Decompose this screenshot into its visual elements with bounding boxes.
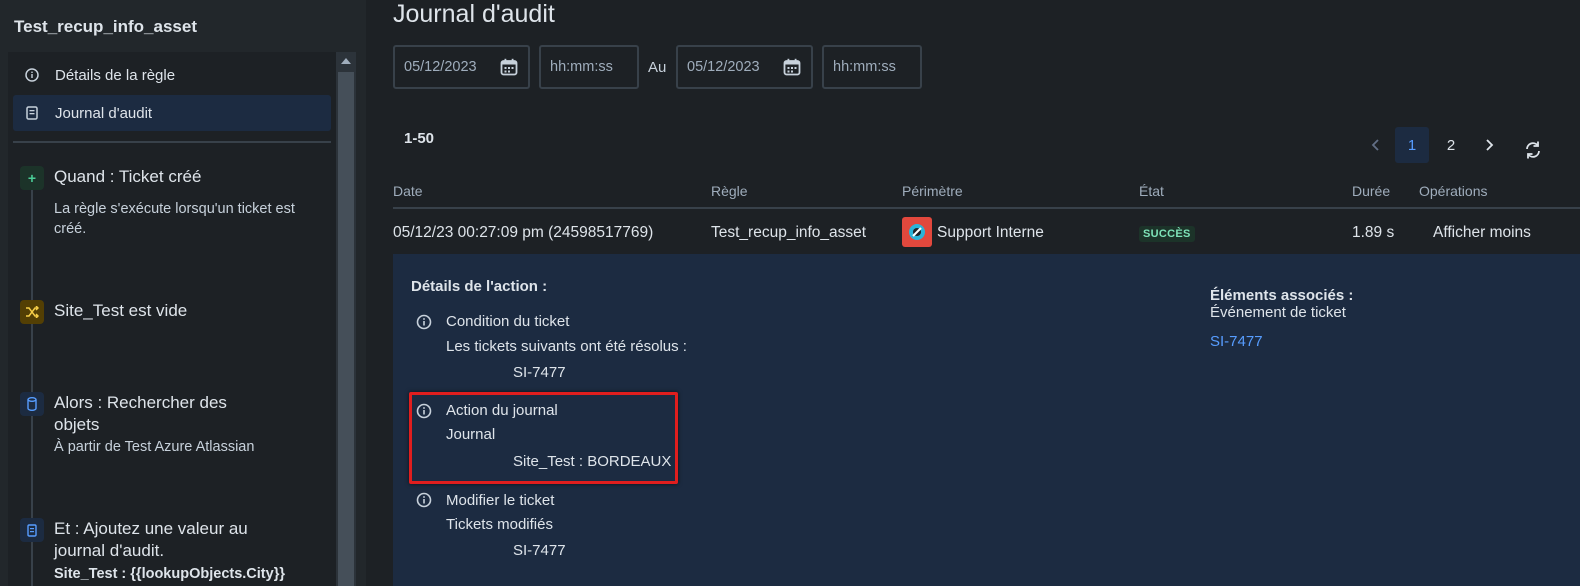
detail-title-condition: Condition du ticket [446, 313, 570, 330]
column-header-duration: Durée [1352, 183, 1391, 199]
nav-item-audit-log[interactable]: Journal d'audit [13, 95, 331, 131]
plus-icon: + [20, 166, 44, 190]
associated-ticket-link[interactable]: SI-7477 [1210, 333, 1263, 350]
document-icon [20, 518, 44, 542]
calendar-icon[interactable] [783, 58, 801, 76]
step-trigger-desc: La règle s'exécute lorsqu'un ticket est … [54, 201, 295, 237]
step-condition-title[interactable]: Site_Test est vide [54, 300, 187, 322]
project-avatar-icon [909, 224, 925, 240]
page-title: Journal d'audit [393, 0, 555, 28]
detail-value-condition: SI-7477 [513, 364, 566, 381]
shuffle-icon [20, 300, 44, 324]
info-icon [416, 314, 432, 330]
column-header-status: État [1139, 183, 1164, 199]
from-time-input[interactable]: hh:mm:ss [539, 45, 639, 89]
to-time-input[interactable]: hh:mm:ss [822, 45, 922, 89]
prev-page-button[interactable] [1359, 127, 1393, 163]
to-date-input[interactable]: 05/12/2023 [676, 45, 813, 89]
from-date-input[interactable]: 05/12/2023 [393, 45, 530, 89]
from-time-placeholder: hh:mm:ss [550, 59, 613, 75]
detail-title-edit-ticket: Modifier le ticket [446, 492, 555, 509]
rule-title: Test_recup_info_asset [14, 17, 197, 36]
database-icon [20, 392, 44, 416]
step-log-title[interactable]: Et : Ajoutez une valeur au journal d'aud… [54, 518, 284, 562]
results-range: 1-50 [404, 130, 435, 147]
column-header-rule: Règle [711, 183, 748, 199]
step-lookup-desc: À partir de Test Azure Atlassian [54, 439, 255, 455]
action-details-heading: Détails de l'action : [411, 278, 548, 295]
page-1-button[interactable]: 1 [1395, 127, 1429, 163]
refresh-button[interactable] [1516, 132, 1550, 168]
row-rule: Test_recup_info_asset [711, 224, 867, 241]
detail-sub-edit-ticket: Tickets modifiés [446, 516, 553, 533]
column-header-date: Date [393, 183, 423, 199]
project-avatar [902, 217, 932, 247]
highlight-box [409, 392, 678, 484]
nav-item-rule-details[interactable]: Détails de la règle [13, 57, 331, 93]
detail-value-edit-ticket: SI-7477 [513, 542, 566, 559]
info-icon [25, 68, 39, 82]
sidebar: Test_recup_info_asset Détails de la règl… [0, 0, 366, 586]
column-header-operations: Opérations [1419, 183, 1488, 199]
sidebar-panel: Détails de la règle Journal d'audit + Qu… [8, 52, 336, 586]
scroll-thumb[interactable] [338, 72, 354, 586]
chevron-right-icon [1486, 139, 1494, 151]
associated-items-heading: Éléments associés : [1210, 287, 1354, 304]
info-icon [416, 492, 432, 508]
next-page-button[interactable] [1472, 127, 1506, 163]
row-scope[interactable]: Support Interne [937, 224, 1044, 242]
nav-divider [13, 141, 331, 143]
calendar-icon[interactable] [500, 58, 518, 76]
row-duration: 1.89 s [1352, 224, 1395, 241]
show-less-button[interactable]: Afficher moins [1433, 224, 1531, 242]
column-header-scope: Périmètre [902, 183, 963, 199]
step-log-desc: Site_Test : {{lookupObjects.City}} [54, 566, 285, 582]
scroll-up-icon[interactable] [341, 58, 351, 64]
to-date-value: 05/12/2023 [687, 59, 760, 75]
nav-label: Détails de la règle [55, 66, 176, 84]
step-lookup-title[interactable]: Alors : Rechercher des objets [54, 392, 234, 436]
detail-sub-condition: Les tickets suivants ont été résolus : [446, 338, 687, 355]
page-2-button[interactable]: 2 [1434, 127, 1468, 163]
step-trigger-title[interactable]: Quand : Ticket créé [54, 166, 201, 188]
refresh-icon [1526, 141, 1540, 159]
from-date-value: 05/12/2023 [404, 59, 477, 75]
associated-item-type: Événement de ticket [1210, 304, 1346, 321]
chevron-left-icon [1371, 139, 1379, 151]
document-icon [25, 106, 39, 120]
status-badge: SUCCÈS [1139, 226, 1195, 242]
date-range-separator: Au [648, 59, 667, 76]
header-divider [393, 207, 1580, 209]
sidebar-scrollbar[interactable] [336, 52, 356, 586]
to-time-placeholder: hh:mm:ss [833, 59, 896, 75]
nav-label: Journal d'audit [55, 104, 153, 122]
row-date: 05/12/23 00:27:09 pm (24598517769) [393, 224, 654, 241]
